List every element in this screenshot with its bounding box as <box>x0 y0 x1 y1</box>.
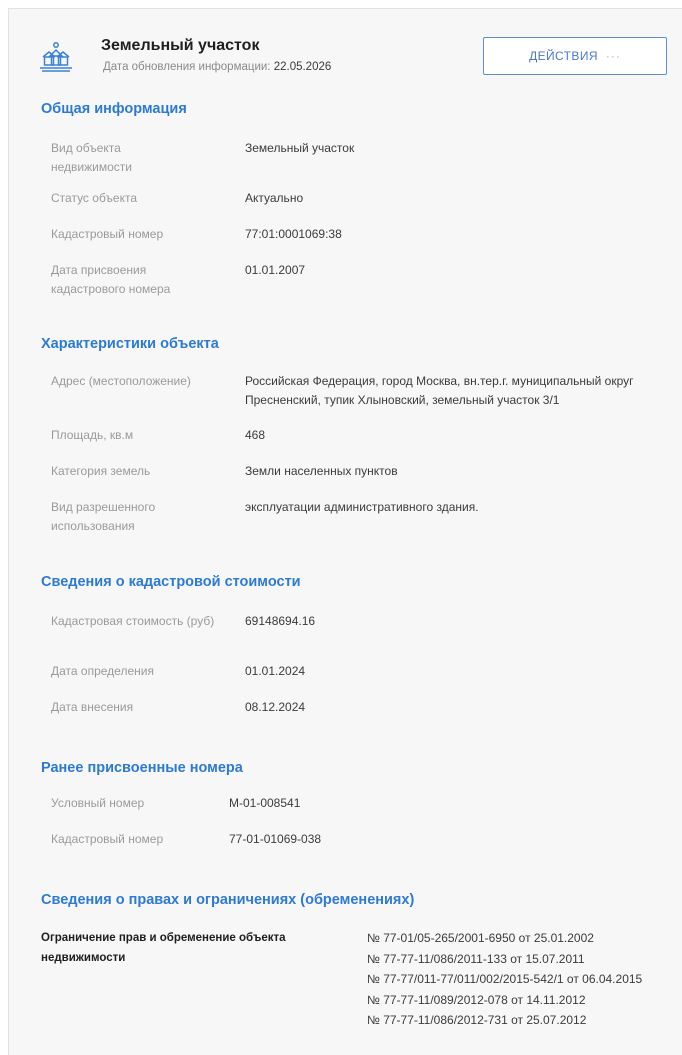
section-title-characteristics: Характеристики объекта <box>41 336 219 352</box>
row-value: 77:01:0001069:38 <box>245 227 342 241</box>
row-value: М-01-008541 <box>229 796 301 810</box>
section-title-general: Общая информация <box>41 101 187 117</box>
actions-button[interactable]: ДЕЙСТВИЯ ··· <box>483 37 667 75</box>
rights-list: № 77-01/05-265/2001-6950 от 25.01.2002 №… <box>367 928 667 1031</box>
property-card: Земельный участок Дата обновления информ… <box>8 8 682 1055</box>
card-header: Земельный участок Дата обновления информ… <box>39 37 675 83</box>
row-label: Дата внесения <box>51 700 134 714</box>
row-value: Земли населенных пунктов <box>245 464 398 478</box>
row-label: Вид разрешенного использования <box>51 500 156 533</box>
row-label: Вид объекта недвижимости <box>51 141 132 174</box>
row-value: Актуально <box>245 191 304 205</box>
row-value: Российская Федерация, город Москва, вн.т… <box>245 374 634 407</box>
rights-item: № 77-77-11/086/2011-133 от 15.07.2011 <box>367 951 585 966</box>
rights-item: № 77-77-11/089/2012-078 от 14.11.2012 <box>367 992 586 1007</box>
row-value: Земельный участок <box>245 141 355 155</box>
row-value: 468 <box>245 428 266 442</box>
update-info: Дата обновления информации: 22.05.2026 <box>103 61 331 73</box>
row-value: 69148694.16 <box>245 614 316 628</box>
land-plot-house-icon <box>40 42 72 72</box>
row-value: 77-01-01069-038 <box>229 832 322 846</box>
update-date: 22.05.2026 <box>273 61 332 73</box>
row-label: Дата присвоения кадастрового номера <box>51 263 171 296</box>
row-value: 01.01.2007 <box>245 263 306 277</box>
rights-item: № 77-77/011-77/011/002/2015-542/1 от 06.… <box>367 972 643 986</box>
more-dots-icon: ··· <box>605 49 621 63</box>
rights-item: № 77-77-11/086/2012-731 от 25.07.2012 <box>367 1013 587 1027</box>
row-value: эксплуатации административного здания. <box>245 500 479 514</box>
section-title-rights: Сведения о правах и ограничениях (обреме… <box>41 892 415 908</box>
section-title-previous-numbers: Ранее присвоенные номера <box>41 760 243 776</box>
row-label: Кадастровый номер <box>51 227 164 241</box>
rights-item: № 77-01/05-265/2001-6950 от 25.01.2002 <box>367 931 594 945</box>
row-label: Категория земель <box>51 464 151 478</box>
row-label: Адрес (местоположение) <box>51 374 191 388</box>
row-label: Кадастровая стоимость (руб) <box>51 614 215 628</box>
row-label: Площадь, кв.м <box>51 428 134 442</box>
page-title: Земельный участок <box>101 37 260 54</box>
row-label: Дата определения <box>51 664 154 678</box>
row-value: 08.12.2024 <box>245 700 306 714</box>
rights-label: Ограничение прав и обременение объекта н… <box>41 932 286 964</box>
update-label: Дата обновления информации: <box>103 61 271 73</box>
section-title-cadastral-value: Сведения о кадастровой стоимости <box>41 574 301 590</box>
row-label: Кадастровый номер <box>51 832 164 846</box>
row-label: Статус объекта <box>51 191 138 205</box>
actions-label: ДЕЙСТВИЯ <box>529 49 598 63</box>
row-value: 01.01.2024 <box>245 664 306 678</box>
row-label: Условный номер <box>51 796 145 810</box>
